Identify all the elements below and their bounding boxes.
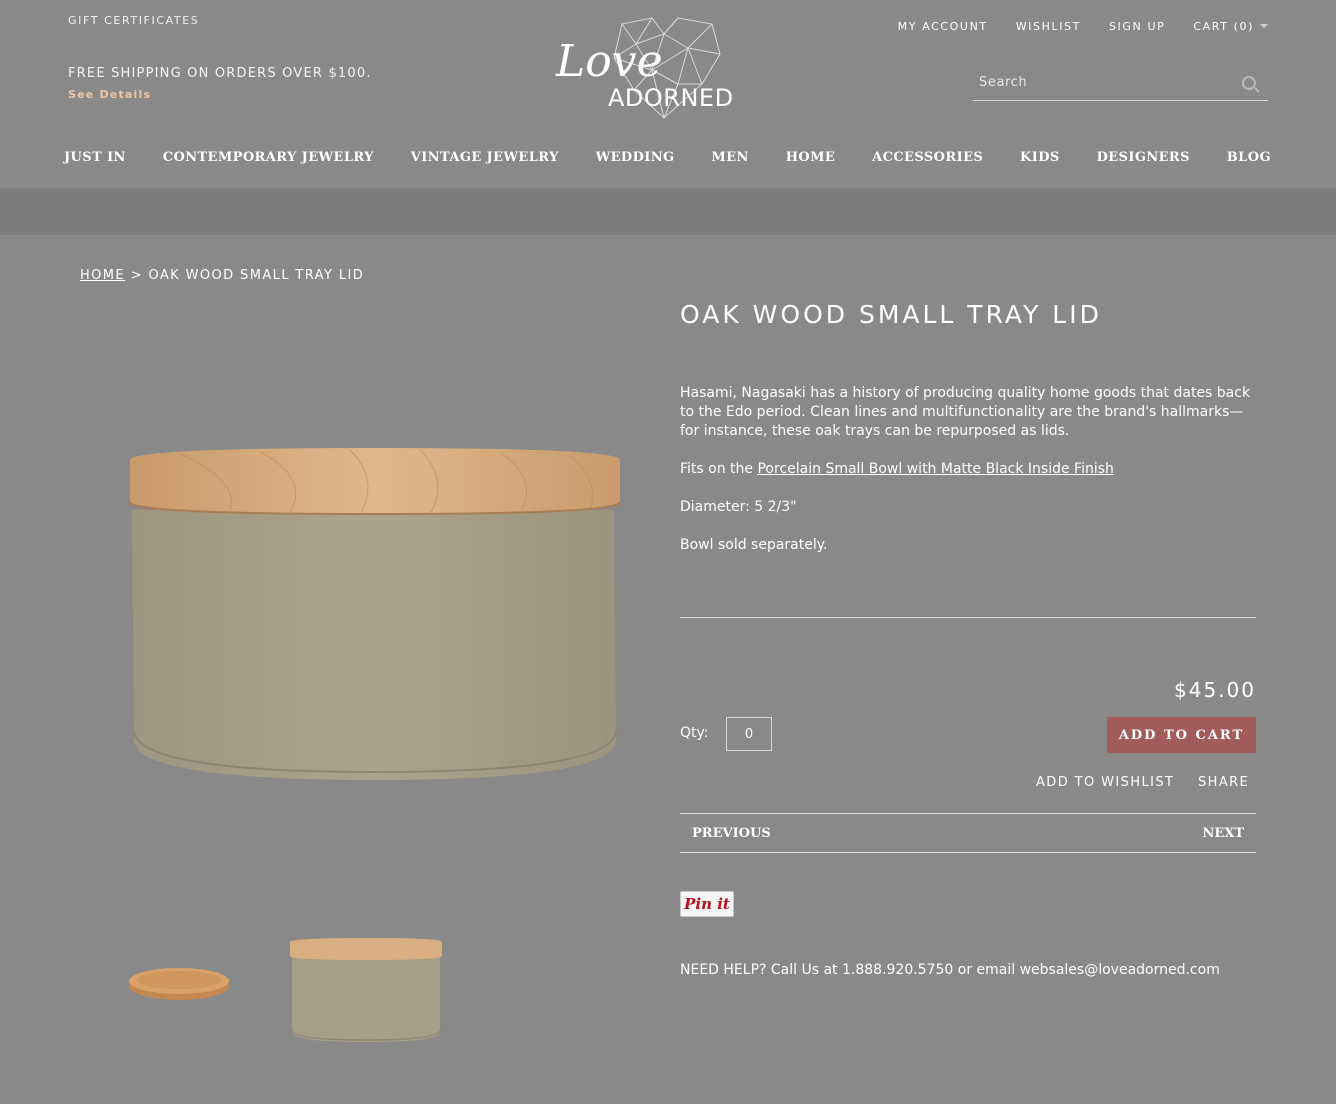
sold-separately-text: Bowl sold separately. [680,537,828,553]
search-box [973,68,1268,101]
thumbnail-bowl-with-lid[interactable] [286,932,446,1048]
nav-item-vintage-jewelry[interactable]: VINTAGE JEWELRY [411,150,559,165]
wishlist-link[interactable]: WISHLIST [1016,20,1081,33]
qty-label: Qty: [680,725,709,741]
nav-item-contemporary-jewelry[interactable]: CONTEMPORARY JEWELRY [163,150,374,165]
divider [680,617,1256,618]
next-product-link[interactable]: NEXT [1202,826,1244,841]
see-details-link[interactable]: See Details [68,88,151,101]
site-logo[interactable]: Love ADORNED [552,14,770,124]
add-to-wishlist-link[interactable]: ADD TO WISHLIST [1036,775,1174,790]
thumbnail-lid[interactable] [124,958,234,1008]
breadcrumb: HOME > OAK WOOD SMALL TRAY LID [80,268,364,283]
product-description: Hasami, Nagasaki has a history of produc… [680,384,1260,574]
nav-item-just-in[interactable]: JUST IN [64,150,126,165]
product-pagination: PREVIOUS NEXT [680,813,1256,853]
product-main-image[interactable] [120,430,630,810]
product-price: $45.00 [1174,678,1256,702]
nav-item-home[interactable]: HOME [786,150,836,165]
nav-item-blog[interactable]: BLOG [1227,150,1271,165]
nav-item-designers[interactable]: DESIGNERS [1097,150,1190,165]
diameter-text: Diameter: 5 2/3" [680,499,797,515]
search-input[interactable] [973,68,1229,96]
breadcrumb-home-link[interactable]: HOME [80,268,125,283]
fits-on-link[interactable]: Porcelain Small Bowl with Matte Black In… [757,461,1113,477]
add-to-cart-button[interactable]: ADD TO CART [1107,717,1256,753]
share-link[interactable]: SHARE [1198,775,1249,790]
nav-item-accessories[interactable]: ACCESSORIES [872,150,983,165]
cart-label: CART (0) [1193,20,1254,33]
account-nav: MY ACCOUNT WISHLIST SIGN UP CART (0) [898,20,1268,33]
breadcrumb-current: OAK WOOD SMALL TRAY LID [148,268,365,283]
free-shipping-text: FREE SHIPPING ON ORDERS OVER $100. [68,66,372,81]
cart-link[interactable]: CART (0) [1193,20,1268,33]
breadcrumb-separator: > [130,268,143,283]
nav-item-kids[interactable]: KIDS [1020,150,1060,165]
header-band [0,188,1336,235]
logo-script-text: Love [556,36,663,87]
main-nav: JUST IN CONTEMPORARY JEWELRY VINTAGE JEW… [64,150,1271,165]
logo-text: ADORNED [608,84,734,112]
search-icon[interactable] [1242,76,1256,90]
description-text: Hasami, Nagasaki has a history of produc… [680,385,1251,439]
my-account-link[interactable]: MY ACCOUNT [898,20,988,33]
chevron-down-icon [1260,24,1268,28]
sign-up-link[interactable]: SIGN UP [1109,20,1165,33]
pin-it-button[interactable]: Pin it [680,891,734,917]
nav-item-men[interactable]: MEN [711,150,748,165]
fits-on-text: Fits on the Porcelain Small Bowl with Ma… [680,460,1260,479]
gift-certificates-link[interactable]: GIFT CERTIFICATES [68,14,199,27]
nav-item-wedding[interactable]: WEDDING [596,150,675,165]
qty-input[interactable] [726,717,772,751]
previous-product-link[interactable]: PREVIOUS [692,826,771,841]
help-contact-text: NEED HELP? Call Us at 1.888.920.5750 or … [680,962,1220,978]
product-title: OAK WOOD SMALL TRAY LID [680,300,1102,329]
fits-on-prefix: Fits on the [680,461,758,477]
